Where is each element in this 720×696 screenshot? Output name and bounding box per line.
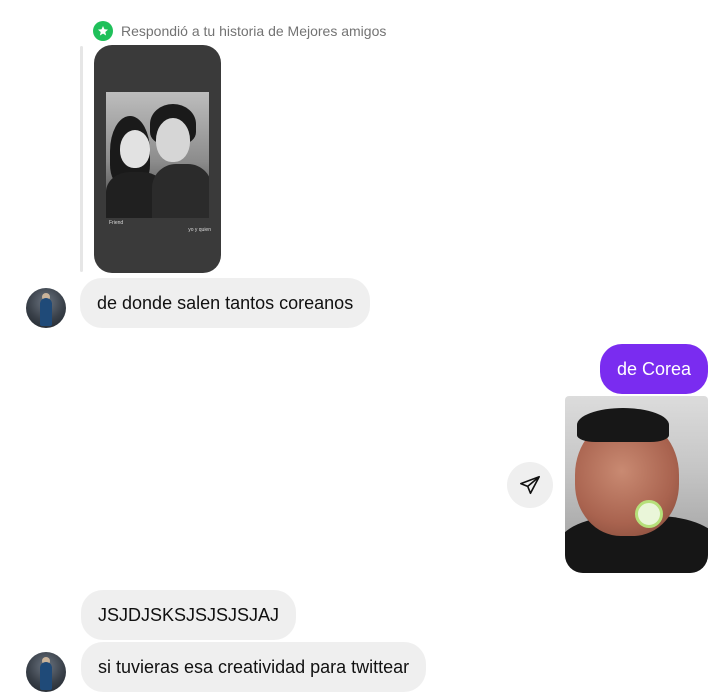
story-thumbnail[interactable]: Friend yo y quien: [94, 45, 221, 273]
share-button[interactable]: [507, 462, 553, 508]
contact-avatar[interactable]: [26, 652, 66, 692]
message-bubble-outgoing[interactable]: de Corea: [599, 344, 708, 394]
story-photo: [106, 92, 209, 218]
story-reply-header: Respondió a tu historia de Mejores amigo…: [93, 20, 386, 42]
reply-indicator-line: [80, 46, 83, 272]
story-caption-left: Friend: [109, 220, 124, 226]
sent-photo-message[interactable]: [565, 396, 708, 573]
star-icon: [93, 21, 113, 41]
paper-plane-icon: [520, 475, 540, 495]
story-caption-right: yo y quien: [188, 227, 211, 233]
contact-avatar[interactable]: [26, 288, 66, 328]
message-bubble-incoming[interactable]: si tuvieras esa creatividad para twittea…: [81, 642, 427, 692]
message-bubble-incoming[interactable]: de donde salen tantos coreanos: [80, 278, 371, 328]
message-bubble-incoming[interactable]: JSJDJSKSJSJSJSJAJ: [81, 590, 297, 640]
reply-context-label: Respondió a tu historia de Mejores amigo…: [121, 23, 387, 39]
